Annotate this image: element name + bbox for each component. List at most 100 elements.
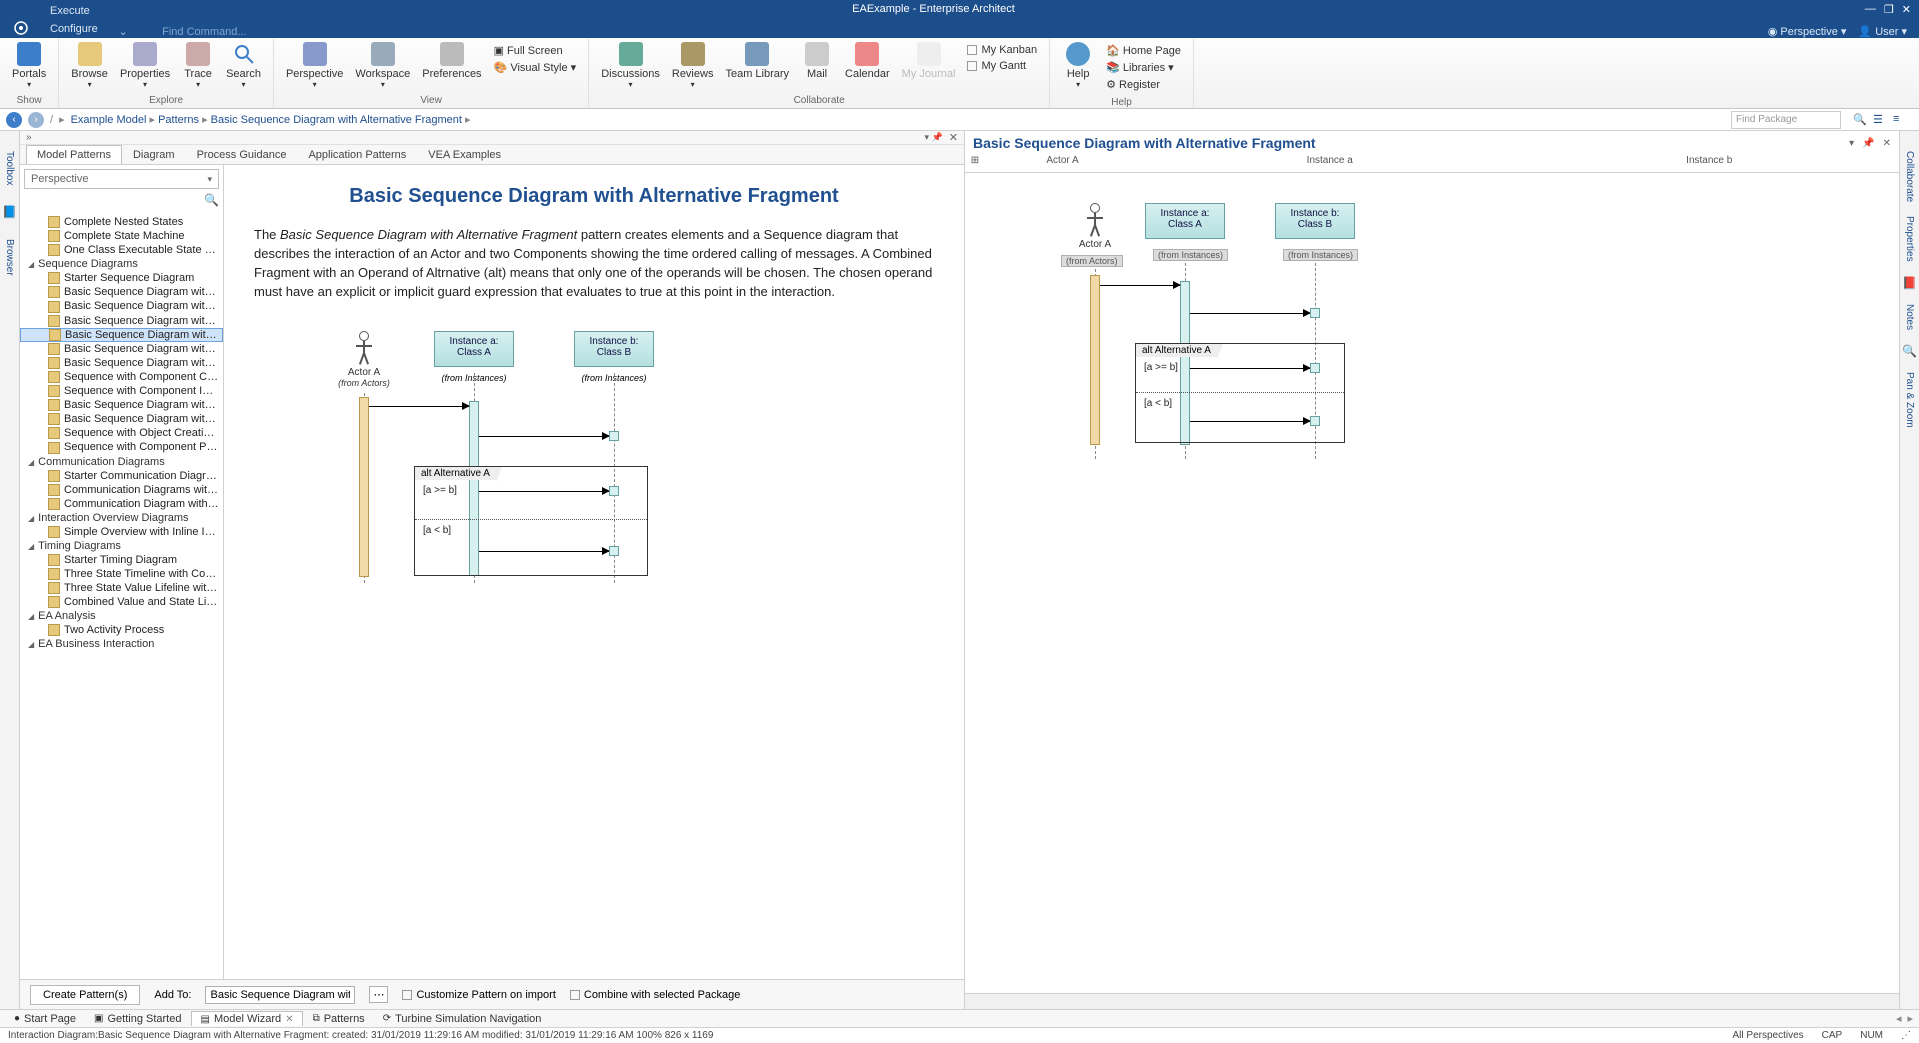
team-library-button[interactable]: Team Library <box>719 40 795 82</box>
maximize-button[interactable]: ❐ <box>1884 3 1894 16</box>
tree-item[interactable]: Starter Timing Diagram <box>20 553 223 567</box>
perspective-combo[interactable]: Perspective▾ <box>24 169 219 189</box>
ribbon-tab-configure[interactable]: Configure <box>36 20 114 38</box>
pane-pin-icon[interactable]: ▾ 📌 <box>925 132 943 143</box>
wizard-tab-diagram[interactable]: Diagram <box>122 145 186 164</box>
tab-nav-left[interactable]: ◂ <box>1896 1012 1902 1025</box>
customize-checkbox[interactable]: Customize Pattern on import <box>402 989 555 1001</box>
browser-tab[interactable]: Browser <box>4 239 15 276</box>
tree-item[interactable]: Complete State Machine <box>20 229 223 243</box>
status-perspective[interactable]: All Perspectives <box>1733 1030 1804 1041</box>
properties-button[interactable]: Properties▾ <box>114 40 176 91</box>
gantt-button[interactable]: My Gantt <box>967 58 1037 74</box>
tree-item[interactable]: Three State Value Lifeline with... <box>20 581 223 595</box>
portals-button[interactable]: Portals▾ <box>6 40 52 91</box>
tree-category[interactable]: Communication Diagrams <box>20 455 223 469</box>
mail-button[interactable]: Mail <box>795 40 839 82</box>
browse-button[interactable]: Browse▾ <box>65 40 114 91</box>
workspace-button[interactable]: Workspace▾ <box>349 40 416 91</box>
tree-category[interactable]: Interaction Overview Diagrams <box>20 511 223 525</box>
breadcrumb-item[interactable]: Example Model <box>71 114 147 126</box>
tree-item[interactable]: Communication Diagrams with ... <box>20 483 223 497</box>
libraries-button[interactable]: 📚 Libraries ▾ <box>1106 59 1181 76</box>
home-page-button[interactable]: 🏠 Home Page <box>1106 42 1181 59</box>
create-pattern-button[interactable]: Create Pattern(s) <box>30 985 140 1005</box>
add-to-input[interactable] <box>205 986 355 1004</box>
tree-item[interactable]: Three State Timeline with Cons... <box>20 567 223 581</box>
tab-close-icon[interactable]: ✕ <box>285 1014 293 1025</box>
tree-item[interactable]: Sequence with Component Cla... <box>20 370 223 384</box>
app-logo[interactable] <box>6 18 36 38</box>
filter-icon[interactable]: ☰ <box>1873 113 1887 127</box>
tab-nav-right[interactable]: ▸ <box>1907 1012 1913 1025</box>
tree-category[interactable]: EA Analysis <box>20 609 223 623</box>
tree-item[interactable]: Communication Diagram with T... <box>20 497 223 511</box>
visual-style-button[interactable]: 🎨 Visual Style ▾ <box>494 59 577 76</box>
search-button[interactable]: Search▾ <box>220 40 267 91</box>
tree-item[interactable]: Basic Sequence Diagram with ... <box>20 356 223 370</box>
pattern-tree-list[interactable]: Complete Nested StatesComplete State Mac… <box>20 215 223 979</box>
tree-item[interactable]: Basic Sequence Diagram with ... <box>20 299 223 313</box>
breadcrumb-item[interactable]: Basic Sequence Diagram with Alternative … <box>211 114 462 126</box>
preferences-button[interactable]: Preferences <box>416 40 487 82</box>
tree-item[interactable]: Sequence with Component Port... <box>20 440 223 454</box>
nav-back-button[interactable]: ‹ <box>6 112 22 128</box>
kanban-button[interactable]: My Kanban <box>967 42 1037 58</box>
pan-zoom-tab[interactable]: Pan & Zoom <box>1904 372 1915 428</box>
register-button[interactable]: ⚙ Register <box>1106 76 1181 93</box>
user-menu[interactable]: 👤 User ▾ <box>1858 25 1907 38</box>
combine-checkbox[interactable]: Combine with selected Package <box>570 989 741 1001</box>
properties-tab[interactable]: Properties <box>1904 216 1915 262</box>
doc-tab-model-wizard[interactable]: ▤ Model Wizard ✕ <box>191 1011 302 1026</box>
notes-tab[interactable]: Notes <box>1904 304 1915 330</box>
menu-icon[interactable]: ≡ <box>1893 113 1907 127</box>
wizard-tab-model-patterns[interactable]: Model Patterns <box>26 145 122 164</box>
fullscreen-button[interactable]: ▣ Full Screen <box>494 42 577 59</box>
tree-search-icon[interactable]: 🔍 <box>204 193 219 211</box>
tree-item[interactable]: One Class Executable State Ma... <box>20 243 223 257</box>
nav-fwd-button[interactable]: › <box>28 112 44 128</box>
trace-button[interactable]: Trace▾ <box>176 40 220 91</box>
breadcrumb-item[interactable]: Patterns <box>158 114 199 126</box>
tree-item[interactable]: Starter Sequence Diagram <box>20 271 223 285</box>
pane-close-icon[interactable]: ✕ <box>1883 138 1891 149</box>
tree-category[interactable]: Sequence Diagrams <box>20 257 223 271</box>
tree-item[interactable]: Basic Sequence Diagram with ... <box>20 412 223 426</box>
collaborate-tab[interactable]: Collaborate <box>1904 151 1915 202</box>
help-button[interactable]: Help▾ <box>1056 40 1100 91</box>
tree-item[interactable]: Basic Sequence Diagram with ... <box>20 398 223 412</box>
tree-category[interactable]: EA Business Interaction <box>20 637 223 651</box>
ribbon-tab-execute[interactable]: Execute <box>36 2 114 20</box>
lane-tool-icon[interactable]: ⊞ <box>965 155 985 172</box>
find-command[interactable]: Find Command... <box>162 26 246 38</box>
wizard-tab-vea-examples[interactable]: VEA Examples <box>417 145 512 164</box>
tree-item[interactable]: Sequence with Object Creation... <box>20 426 223 440</box>
status-resize-grip[interactable]: ⋰ <box>1901 1030 1911 1041</box>
reviews-button[interactable]: Reviews▾ <box>666 40 720 91</box>
find-package-input[interactable]: Find Package <box>1731 111 1841 129</box>
perspective-menu[interactable]: ◉ Perspective ▾ <box>1768 25 1847 38</box>
pane-dropdown-icon[interactable]: ▾ <box>1849 138 1854 149</box>
close-button[interactable]: ✕ <box>1902 3 1911 16</box>
perspective-button[interactable]: Perspective▾ <box>280 40 349 91</box>
tree-item[interactable]: Complete Nested States <box>20 215 223 229</box>
discussions-button[interactable]: Discussions▾ <box>595 40 666 91</box>
search-icon[interactable]: 🔍 <box>1853 113 1867 127</box>
pane-close-button[interactable]: ✕ <box>949 131 958 144</box>
expand-icon[interactable]: » <box>26 132 32 143</box>
doc-tab-patterns[interactable]: ⧉ Patterns <box>305 1012 373 1026</box>
minimize-button[interactable]: — <box>1865 3 1876 16</box>
wizard-tab-application-patterns[interactable]: Application Patterns <box>297 145 417 164</box>
tree-item[interactable]: Basic Sequence Diagram with ... <box>20 328 223 342</box>
wizard-tab-process-guidance[interactable]: Process Guidance <box>186 145 298 164</box>
tree-item[interactable]: Basic Sequence Diagram with ... <box>20 342 223 356</box>
tree-item[interactable]: Two Activity Process <box>20 623 223 637</box>
journal-button[interactable]: My Journal <box>896 40 962 82</box>
diagram-hscroll[interactable] <box>965 993 1899 1009</box>
pane-pin-icon[interactable]: 📌 <box>1862 138 1874 149</box>
tree-item[interactable]: Simple Overview with Inline Int... <box>20 525 223 539</box>
tree-item[interactable]: Starter Communication Diagram <box>20 469 223 483</box>
toolbox-tab[interactable]: Toolbox <box>4 151 15 185</box>
tree-item[interactable]: Sequence with Component Inst... <box>20 384 223 398</box>
doc-tab-getting-started[interactable]: ▣ Getting Started <box>86 1012 189 1026</box>
